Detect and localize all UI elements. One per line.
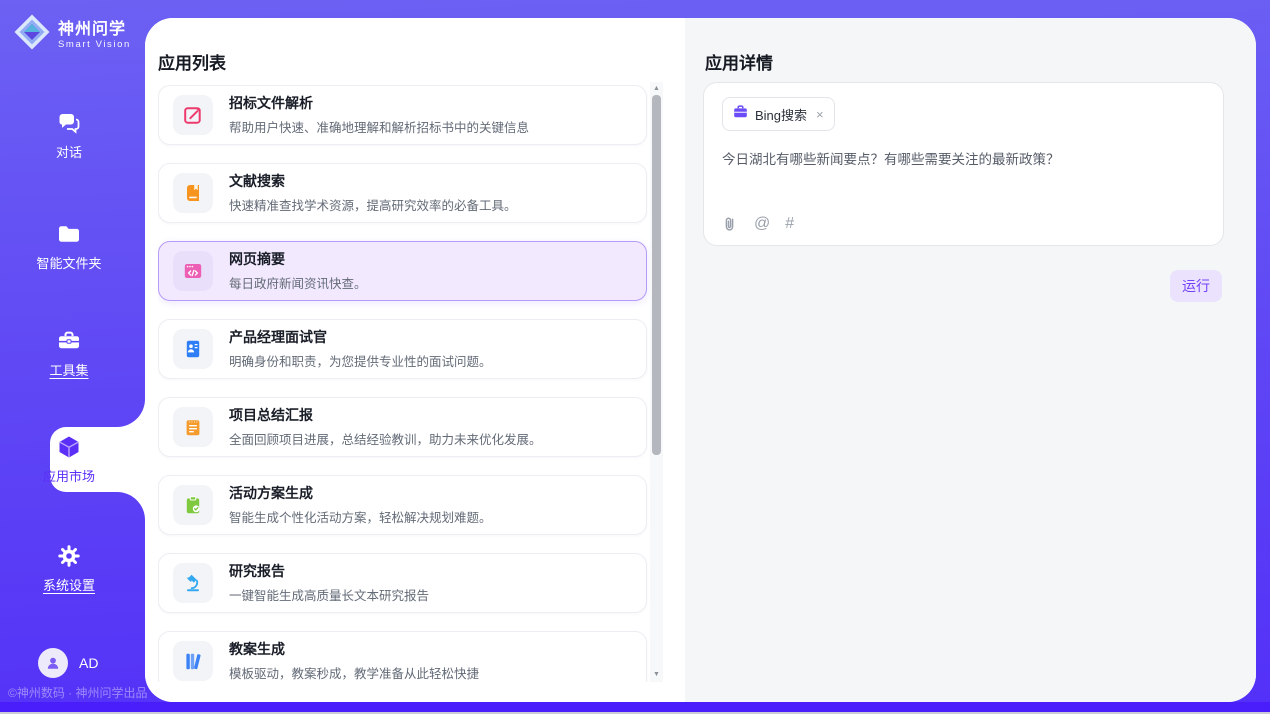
logo-subtitle: Smart Vision (58, 39, 131, 50)
gear-icon (0, 543, 138, 569)
app-card-description: 全面回顾项目进展，总结经验教训，助力未来优化发展。 (229, 429, 542, 448)
scroll-down-icon[interactable]: ▼ (650, 669, 663, 681)
logo-title: 神州问学 (58, 20, 131, 39)
app-card-description: 每日政府新闻资讯快查。 (229, 273, 367, 292)
clipboard-check-icon (173, 485, 213, 525)
sidebar-item-label: 对话 (0, 142, 138, 161)
sidebar-item-label: 应用市场 (0, 466, 138, 485)
app-card-title: 文献搜索 (229, 173, 517, 190)
app-card-description: 一键智能生成高质量长文本研究报告 (229, 585, 429, 604)
user-initials: AD (79, 655, 98, 671)
notepad-icon (173, 407, 213, 447)
sidebar-item-smart-folder[interactable]: 智能文件夹 (0, 221, 138, 272)
app-card-title: 教案生成 (229, 641, 479, 658)
app-card-pm-interviewer[interactable]: 产品经理面试官 明确身份和职责，为您提供专业性的面试问题。 (158, 319, 647, 379)
sidebar-item-chat[interactable]: 对话 (0, 110, 138, 161)
app-card-description: 明确身份和职责，为您提供专业性的面试问题。 (229, 351, 492, 370)
app-detail-title: 应用详情 (705, 49, 773, 74)
app-card-description: 模板驱动，教案秒成，教学准备从此轻松快捷 (229, 663, 479, 682)
app-card-web-summary[interactable]: 网页摘要 每日政府新闻资讯快查。 (158, 241, 647, 301)
avatar (38, 648, 68, 678)
folder-icon (0, 221, 138, 247)
toolbox-icon (0, 328, 138, 354)
app-logo: 神州问学 Smart Vision (13, 13, 131, 56)
app-detail-panel: 应用详情 Bing搜索 × 今日湖北有哪些新闻要点？有哪些需要关注的最新政策？ (685, 18, 1256, 702)
app-card-bid-parse[interactable]: 招标文件解析 帮助用户快速、准确地理解和解析招标书中的关键信息 (158, 85, 647, 145)
app-card-description: 智能生成个性化活动方案，轻松解决规划难题。 (229, 507, 492, 526)
sidebar-item-label: 系统设置 (0, 575, 138, 594)
remove-tag-icon[interactable]: × (816, 107, 824, 122)
app-card-title: 招标文件解析 (229, 95, 529, 112)
main-content: 应用列表 招标文件解析 帮助用户快速、准确地理解和解析招标书中的关键信息 (145, 18, 1256, 702)
bottom-accent-bar (0, 702, 1270, 712)
diamond-logo-icon (13, 13, 51, 56)
app-list-scroll-area: 招标文件解析 帮助用户快速、准确地理解和解析招标书中的关键信息 文献搜索 快速精… (158, 85, 650, 682)
copyright-text: ©神州数码 · 神州问学出品 (8, 684, 148, 701)
app-card-title: 研究报告 (229, 563, 429, 580)
prompt-text-input[interactable]: 今日湖北有哪些新闻要点？有哪些需要关注的最新政策？ (722, 150, 1207, 169)
sidebar-item-settings[interactable]: 系统设置 (0, 543, 138, 594)
scroll-up-icon[interactable]: ▲ (650, 83, 663, 95)
cube-icon (0, 434, 138, 460)
app-card-lesson-plan[interactable]: 教案生成 模板驱动，教案秒成，教学准备从此轻松快捷 (158, 631, 647, 682)
sidebar-item-label: 工具集 (0, 360, 138, 379)
app-card-literature-search[interactable]: 文献搜索 快速精准查找学术资源，提高研究效率的必备工具。 (158, 163, 647, 223)
app-card-event-plan[interactable]: 活动方案生成 智能生成个性化活动方案，轻松解决规划难题。 (158, 475, 647, 535)
mention-icon[interactable]: @ (754, 214, 770, 234)
briefcase-icon (733, 104, 748, 124)
run-button[interactable]: 运行 (1170, 270, 1222, 302)
sidebar-item-label: 智能文件夹 (0, 253, 138, 272)
document-edit-icon (173, 95, 213, 135)
app-card-title: 项目总结汇报 (229, 407, 542, 424)
app-card-title: 活动方案生成 (229, 485, 492, 502)
sidebar: 神州问学 Smart Vision 对话 智能文件夹 (0, 0, 145, 702)
input-toolbar: @ # (721, 214, 794, 234)
app-list-title: 应用列表 (158, 49, 226, 74)
tool-tag-label: Bing搜索 (755, 105, 807, 124)
chat-icon (0, 110, 138, 136)
sidebar-item-toolset[interactable]: 工具集 (0, 328, 138, 379)
app-card-project-report[interactable]: 项目总结汇报 全面回顾项目进展，总结经验教训，助力未来优化发展。 (158, 397, 647, 457)
app-list-panel: 应用列表 招标文件解析 帮助用户快速、准确地理解和解析招标书中的关键信息 (145, 18, 685, 702)
books-icon (173, 641, 213, 681)
prompt-input-card[interactable]: Bing搜索 × 今日湖北有哪些新闻要点？有哪些需要关注的最新政策？ @ # (703, 82, 1224, 246)
sidebar-item-app-market[interactable]: 应用市场 (0, 434, 138, 485)
microscope-icon (173, 563, 213, 603)
app-card-description: 快速精准查找学术资源，提高研究效率的必备工具。 (229, 195, 517, 214)
browser-code-icon (173, 251, 213, 291)
user-account[interactable]: AD (38, 648, 98, 678)
attachment-icon[interactable] (721, 215, 739, 233)
app-card-description: 帮助用户快速、准确地理解和解析招标书中的关键信息 (229, 117, 529, 136)
hash-icon[interactable]: # (785, 214, 794, 234)
resume-icon (173, 329, 213, 369)
scrollbar-thumb[interactable] (652, 95, 661, 455)
tool-tag-bing-search[interactable]: Bing搜索 × (722, 97, 835, 131)
app-card-title: 产品经理面试官 (229, 329, 492, 346)
app-card-research-report[interactable]: 研究报告 一键智能生成高质量长文本研究报告 (158, 553, 647, 613)
book-icon (173, 173, 213, 213)
app-list-scrollbar[interactable]: ▲ ▼ (650, 82, 663, 682)
app-card-title: 网页摘要 (229, 251, 367, 268)
